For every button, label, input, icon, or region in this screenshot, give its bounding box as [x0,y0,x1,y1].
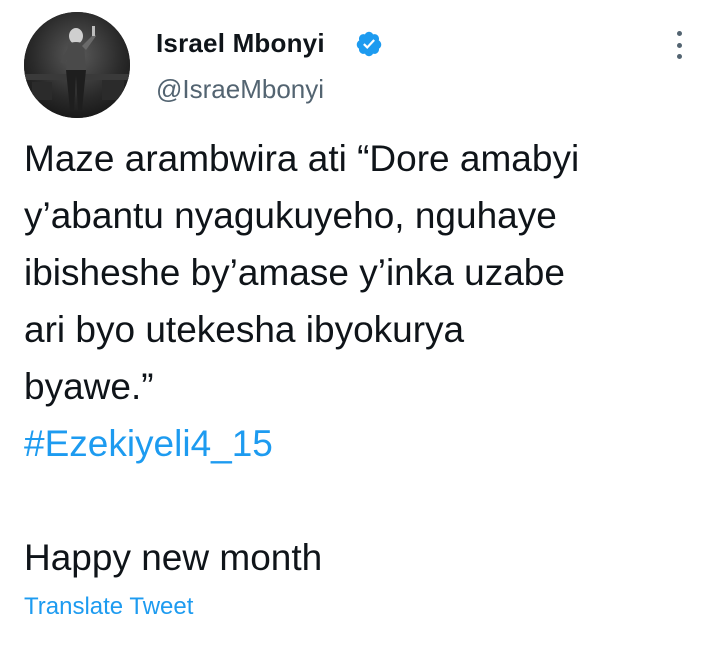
tweet-card: Israel Mbonyi @IsraeMbonyi Maze arambwir… [0,0,720,654]
tweet-text-line: ibisheshe by’amase y’inka uzabe [24,252,565,293]
hashtag-link[interactable]: #Ezekiyeli4_15 [24,415,704,472]
author-avatar[interactable] [24,12,130,118]
tweet-text-line: Maze arambwira ati “Dore amabyi [24,138,580,179]
tweet-closing-line: Happy new month [24,537,323,578]
avatar-photo-icon [24,12,130,118]
author-handle[interactable]: @IsraeMbonyi [156,74,324,105]
translate-tweet-link[interactable]: Translate Tweet [24,593,193,621]
verified-badge-icon [356,31,382,57]
tweet-text: Maze arambwira ati “Dore amabyi y’abantu… [24,130,704,586]
tweet-text-line: ari byo utekesha ibyokurya [24,309,465,350]
more-options-icon[interactable] [664,28,694,62]
more-dot-icon [676,54,682,59]
more-dot-icon [676,31,682,36]
tweet-text-line: byawe.” [24,366,154,407]
more-dot-icon [676,42,682,48]
tweet-text-line: y’abantu nyagukuyeho, nguhaye [24,195,557,236]
author-display-name[interactable]: Israel Mbonyi [156,28,325,59]
